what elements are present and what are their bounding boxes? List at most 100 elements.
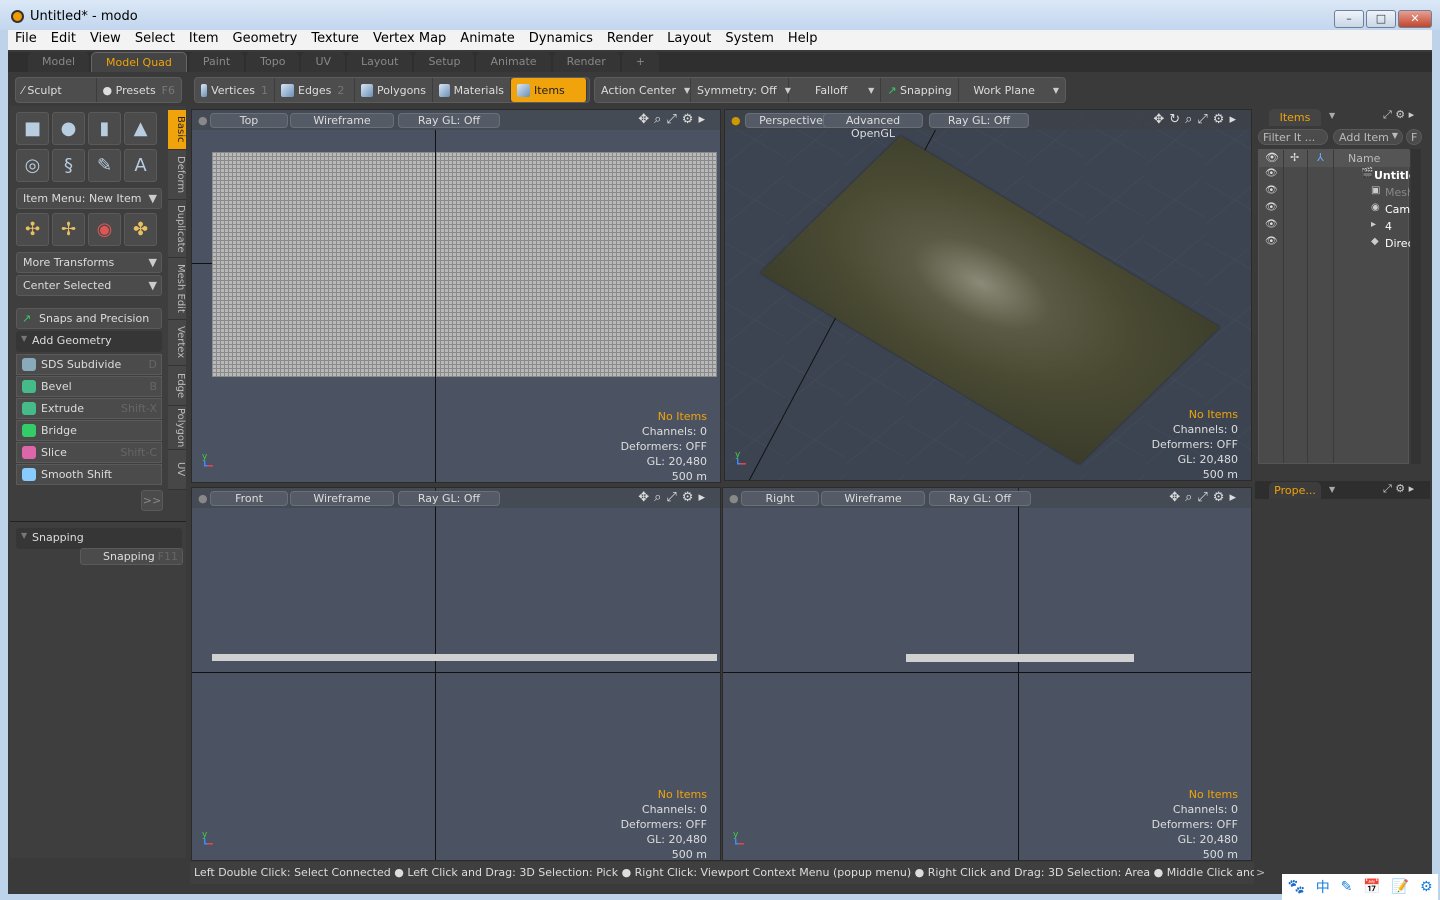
tool-slice[interactable]: Slice Shift-C [16,442,162,463]
f-button[interactable]: F [1406,129,1422,145]
eye-icon[interactable]: 👁 [1265,236,1278,247]
layout-tab-model-quad[interactable]: Model Quad [91,52,187,72]
viewport-view-button[interactable]: Top [210,113,288,128]
center-selected-dropdown[interactable]: Center Selected ▼ [16,275,162,296]
cylinder-tool[interactable]: ▮ [88,112,121,145]
viewport-right[interactable]: ● Right Wireframe Ray GL: Off ✥⌕⤢⚙▸ No Items C… [722,487,1252,861]
layout-tab-uv[interactable]: UV [301,52,346,72]
menu-help[interactable]: Help [781,30,825,50]
pen-icon[interactable]: ✎ [1341,879,1353,895]
vtab-deform[interactable]: Deform [168,150,186,200]
item-row[interactable]: 👁 ◆ Direc [1259,235,1410,252]
item-list-scrollbar[interactable] [1411,149,1421,464]
item-row[interactable]: 👁 🎬Untitle [1259,167,1410,184]
layout-tab-layout[interactable]: Layout [347,52,413,72]
items-tab[interactable]: Items [1269,109,1321,126]
minimize-button[interactable]: – [1334,10,1364,28]
rotate-tool[interactable]: ✢ [52,213,85,246]
snapping-header[interactable]: ▼ Snapping [16,528,182,549]
viewport-nav-icons[interactable]: ✥⌕⤢⚙▸ [638,490,710,505]
add-geometry-header[interactable]: ▼ Add Geometry [16,331,162,352]
layout-tab-animate[interactable]: Animate [476,52,551,72]
viewport-menu-icon[interactable]: ● [198,114,208,127]
menu-texture[interactable]: Texture [304,30,366,50]
menu-file[interactable]: File [8,30,44,50]
menu-item[interactable]: Item [182,30,226,50]
vtab-vertex[interactable]: Vertex [168,320,186,366]
viewport-shading-button[interactable]: Wireframe [821,491,925,506]
mode-vertices-button[interactable]: Vertices 1 [195,78,275,102]
move-tool[interactable]: ✣ [16,213,49,246]
menu-render[interactable]: Render [600,30,660,50]
viewport-shading-button[interactable]: Advanced OpenGL [823,113,923,140]
calendar-icon[interactable]: 📅 [1363,879,1380,895]
viewport-menu-icon[interactable]: ● [731,114,741,127]
menu-animate[interactable]: Animate [453,30,521,50]
tool-bevel[interactable]: Bevel B [16,376,162,397]
vtab-mesh-edit[interactable]: Mesh Edit [168,258,186,320]
falloff-dropdown[interactable]: Falloff ▼ [789,78,882,102]
more-tools-button[interactable]: >> [141,490,163,511]
mode-polygons-button[interactable]: Polygons [355,78,433,102]
viewport-raygl-button[interactable]: Ray GL: Off [929,113,1029,128]
action-center-dropdown[interactable]: Action Center ▼ [595,78,691,102]
snaps-precision-button[interactable]: ↗ Snaps and Precision [16,308,162,329]
menu-vertex-map[interactable]: Vertex Map [366,30,453,50]
menu-layout[interactable]: Layout [660,30,718,50]
viewport-view-button[interactable]: Front [210,491,288,506]
tool-bridge[interactable]: Bridge [16,420,162,441]
viewport-view-button[interactable]: Right [741,491,819,506]
eye-icon[interactable]: 👁 [1265,219,1278,230]
vtab-polygon[interactable]: Polygon [168,406,186,450]
more-transforms-dropdown[interactable]: More Transforms ▼ [16,252,162,273]
layout-tab-+[interactable]: + [621,52,659,72]
vtab-duplicate[interactable]: Duplicate [168,200,186,258]
viewport-menu-icon[interactable]: ● [198,492,208,505]
cone-tool[interactable]: ▲ [124,112,157,145]
viewport-raygl-button[interactable]: Ray GL: Off [929,491,1031,506]
add-item-dropdown[interactable]: Add Item ▼ [1333,129,1403,145]
item-row[interactable]: 👁 ▸ 4 [1259,218,1410,235]
viewport-raygl-button[interactable]: Ray GL: Off [398,491,500,506]
viewport-top[interactable]: ● Top Wireframe Ray GL: Off ✥⌕⤢⚙▸ No Items Cha… [191,109,721,483]
panel-options-icons[interactable]: ⤢ ⚙ ▸ [1383,482,1414,496]
notes-icon[interactable]: 📝 [1392,879,1409,895]
menu-select[interactable]: Select [128,30,182,50]
snapping-button[interactable]: Snapping F11 [80,548,183,565]
viewport-shading-button[interactable]: Wireframe [290,491,394,506]
menu-edit[interactable]: Edit [44,30,83,50]
panel-options-icons[interactable]: ⤢ ⚙ ▸ [1383,108,1414,122]
menu-dynamics[interactable]: Dynamics [522,30,600,50]
menu-system[interactable]: System [718,30,780,50]
scale-tool[interactable]: ◉ [88,213,121,246]
presets-button[interactable]: ● Presets F6 [97,78,181,102]
cube-tool[interactable]: ■ [16,112,49,145]
layout-tab-paint[interactable]: Paint [188,52,245,72]
snapping-toggle[interactable]: ↗ Snapping [881,78,960,102]
maximize-button[interactable]: □ [1366,10,1396,28]
chinese-mode-icon[interactable]: 中 [1316,877,1330,897]
close-button[interactable]: ✕ [1398,10,1432,28]
tool-extrude[interactable]: Extrude Shift-X [16,398,162,419]
mode-items-button[interactable]: Items [511,78,587,102]
layout-tab-model[interactable]: Model [28,52,90,72]
vtab-edge[interactable]: Edge [168,366,186,406]
text-tool[interactable]: A [124,149,157,182]
work-plane-dropdown[interactable]: Work Plane ▼ [959,78,1065,102]
eye-icon[interactable]: 👁 [1265,168,1278,179]
filter-items-dropdown[interactable]: Filter It ... [1258,129,1328,145]
menu-geometry[interactable]: Geometry [226,30,305,50]
layout-tab-render[interactable]: Render [552,52,620,72]
sphere-tool[interactable]: ● [52,112,85,145]
tool-sds-subdivide[interactable]: SDS Subdivide D [16,354,162,375]
mode-edges-button[interactable]: Edges 2 [275,78,355,102]
viewport-nav-icons[interactable]: ✥⌕⤢⚙▸ [1169,490,1241,505]
sculpt-button[interactable]: ⁄ Sculpt [16,78,97,102]
capsule-tool[interactable]: § [52,149,85,182]
viewport-shading-button[interactable]: Wireframe [290,113,394,128]
viewport-nav-icons[interactable]: ✥↻⌕⤢⚙▸ [1153,112,1241,127]
paw-icon[interactable]: 🐾 [1287,879,1304,895]
layout-tab-topo[interactable]: Topo [246,52,300,72]
status-expand-button[interactable]: > [1256,866,1265,879]
eye-icon[interactable]: 👁 [1265,185,1278,196]
